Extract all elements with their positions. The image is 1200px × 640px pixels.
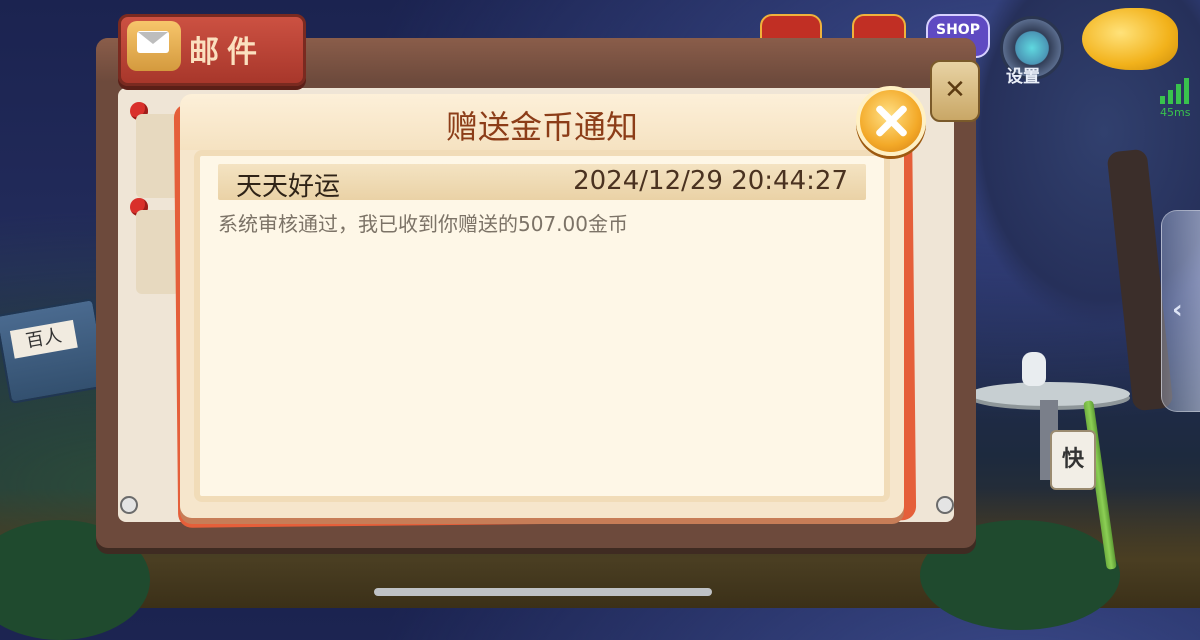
home-indicator[interactable] — [374, 588, 712, 596]
mailbox-title-tab: 邮件 — [118, 14, 306, 86]
board-close-button[interactable]: ✕ — [930, 60, 980, 122]
dialog-header: 赠送金币通知 — [180, 94, 904, 150]
mail-message: 系统审核通过，我已收到你赠送的507.00金币 — [218, 212, 628, 236]
ping-readout: 45ms — [1160, 106, 1191, 119]
close-icon — [873, 103, 909, 139]
chevron-left-icon: ‹ — [1172, 295, 1183, 325]
envelope-icon — [137, 31, 169, 53]
game-book[interactable]: 百人 — [0, 298, 110, 404]
bolt-icon — [936, 496, 954, 514]
signal-strength-icon — [1160, 78, 1194, 104]
quick-sign[interactable]: 快 — [1050, 430, 1096, 490]
mailbox-title: 邮件 — [189, 35, 265, 70]
dialog-title: 赠送金币通知 — [445, 108, 638, 146]
book-label: 百人 — [9, 319, 78, 359]
dialog-close-button[interactable] — [856, 86, 926, 156]
mail-icon-badge — [127, 21, 181, 71]
mail-sender: 天天好运 — [236, 172, 341, 202]
shop-label: SHOP — [936, 22, 980, 38]
mail-header-row: 天天好运 2024/12/29 20:44:27 — [218, 164, 866, 202]
settings-label: 设置 — [1006, 67, 1040, 87]
bolt-icon — [120, 496, 138, 514]
mail-timestamp: 2024/12/29 20:44:27 — [573, 166, 848, 196]
vase-icon — [1022, 352, 1046, 386]
fish-mascot-icon[interactable] — [1082, 8, 1178, 70]
dialog-body: 天天好运 2024/12/29 20:44:27 系统审核通过，我已收到你赠送的… — [194, 150, 890, 502]
gift-notice-dialog: 赠送金币通知 天天好运 2024/12/29 20:44:27 系统审核通过，我… — [180, 94, 904, 518]
side-drawer-tab[interactable]: ‹ — [1161, 210, 1200, 412]
mail-list-item[interactable] — [136, 210, 180, 294]
